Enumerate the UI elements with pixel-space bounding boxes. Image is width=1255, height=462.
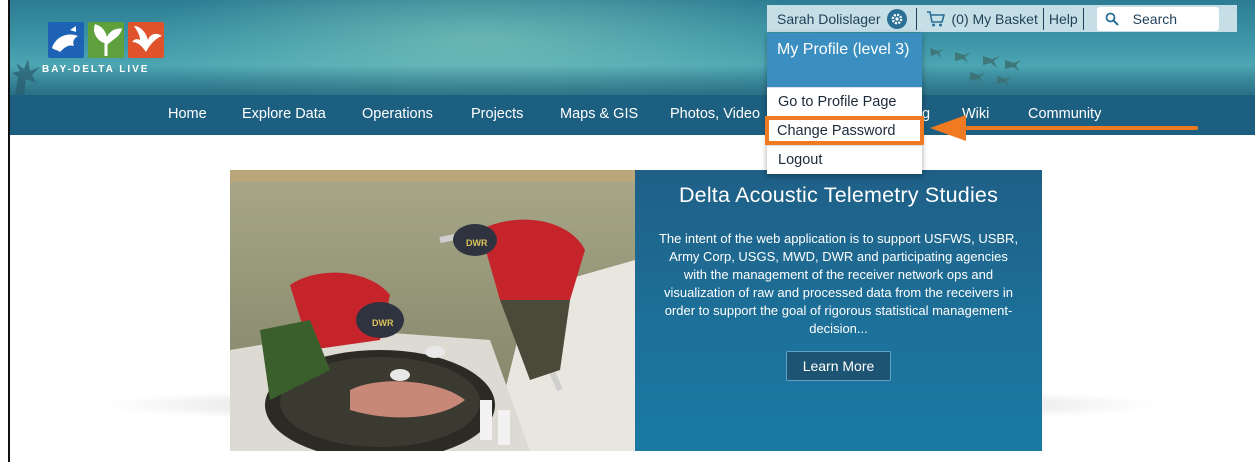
nav-item-projects[interactable]: Projects [471, 106, 523, 122]
hero-title: Delta Acoustic Telemetry Studies [678, 183, 999, 207]
divider [915, 7, 917, 30]
birds-silhouette [930, 48, 1021, 86]
plant-logo-icon [88, 22, 124, 58]
search-input[interactable]: Search [1096, 6, 1219, 31]
fish-logo-icon [48, 22, 84, 58]
search-placeholder: Search [1132, 10, 1178, 27]
learn-more-button[interactable]: Learn More [785, 351, 892, 381]
shopping-cart-icon [926, 10, 945, 26]
browser-viewport: BAY-DELTA LIVE Sarah Dolislager (0) My B… [8, 0, 1255, 462]
user-name[interactable]: Sarah Dolislager [777, 11, 881, 27]
nav-item-home[interactable]: Home [168, 106, 207, 122]
nav-item-explore-data[interactable]: Explore Data [242, 106, 326, 122]
hero-description: The intent of the web application is to … [658, 231, 1019, 336]
logo-wordmark: BAY-DELTA LIVE [42, 64, 150, 75]
help-link[interactable]: Help [1049, 11, 1078, 27]
cap-label: DWR [466, 238, 488, 248]
user-menu[interactable]: Sarah Dolislager [767, 8, 907, 29]
nav-item-maps-gis[interactable]: Maps & GIS [560, 106, 638, 122]
hero-carousel: DWR DWR Delta Acoustic Telemetry Studies… [230, 170, 1042, 451]
cap-label: DWR [372, 318, 394, 328]
menu-item-go-to-profile[interactable]: Go to Profile Page [767, 87, 922, 116]
menu-item-change-password[interactable]: Change Password [765, 116, 924, 145]
hero-photo: DWR DWR [230, 170, 635, 451]
basket-link[interactable]: (0) My Basket [926, 10, 1038, 28]
profile-menu-header: My Profile (level 3) [767, 33, 922, 87]
profile-dropdown-menu: My Profile (level 3) Go to Profile Page … [765, 33, 924, 174]
annotation-arrow-icon [930, 115, 1198, 141]
divider [1042, 7, 1044, 30]
utility-bar: Sarah Dolislager (0) My Basket Help Sear… [767, 5, 1237, 32]
gear-icon[interactable] [886, 8, 907, 29]
basket-label[interactable]: (0) My Basket [952, 11, 1038, 27]
nav-item-operations[interactable]: Operations [362, 106, 433, 122]
nav-item-photos-video[interactable]: Photos, Video [670, 106, 760, 122]
site-logo[interactable]: BAY-DELTA LIVE [40, 22, 180, 78]
search-icon [1105, 12, 1119, 26]
divider [1082, 7, 1084, 30]
menu-item-logout[interactable]: Logout [767, 145, 922, 174]
hero-text-panel: Delta Acoustic Telemetry Studies The int… [635, 170, 1042, 451]
bird-logo-icon [128, 22, 164, 58]
